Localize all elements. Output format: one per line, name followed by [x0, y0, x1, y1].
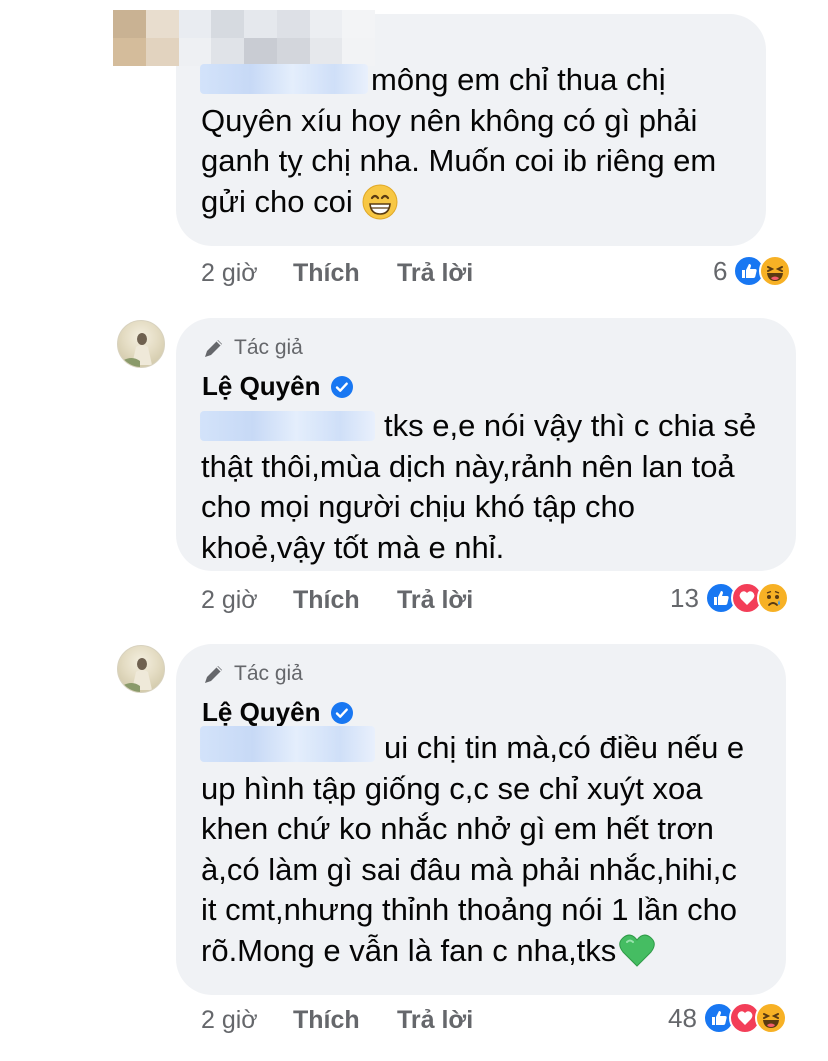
author-badge: Tác giả — [202, 336, 303, 360]
verified-badge-icon — [330, 375, 354, 399]
like-button[interactable]: Thích — [293, 586, 397, 615]
reply-button[interactable]: Trả lời — [397, 586, 473, 615]
comment-line: tks e,e nói vậy thì c chia sẻ — [384, 408, 757, 443]
reply-button[interactable]: Trả lời — [397, 1006, 473, 1035]
avatar[interactable] — [117, 645, 165, 693]
comment-text: tks e,e nói vậy thì c chia sẻ thật thôi,… — [201, 406, 756, 568]
author-name-row: Lệ Quyên — [202, 697, 354, 728]
green-heart-icon — [618, 933, 656, 969]
like-button[interactable]: Thích — [293, 1006, 397, 1035]
comment-timestamp[interactable]: 2 giờ — [201, 1006, 293, 1035]
grin-emoji-icon — [361, 183, 399, 221]
comment-line: ui chị tin mà,có điều nếu e — [384, 730, 745, 765]
reaction-summary[interactable]: 13 — [670, 582, 789, 614]
comment-timestamp[interactable]: 2 giờ — [201, 586, 293, 615]
author-name-row: Lệ Quyên — [202, 371, 354, 402]
comment-line: up hình tập giống c,c se chỉ xuýt xoa — [201, 770, 703, 806]
reply-button[interactable]: Trả lời — [397, 259, 473, 288]
comment-line: khen chứ ko nhắc nhở gì em hết trơn — [201, 811, 714, 846]
pen-icon — [202, 662, 226, 686]
reaction-count: 13 — [670, 582, 699, 613]
comment-line: thật thôi,mùa dịch này,rảnh nên lan toả — [201, 448, 735, 484]
avatar[interactable] — [117, 320, 165, 368]
comment-actions: 2 giờ Thích Trả lời — [201, 259, 473, 288]
comment-line: it cmt,nhưng thỉnh thoảng nói 1 lần cho — [201, 892, 738, 927]
comment-line: à,có làm gì sai đâu mà phải nhắc,hihi,c — [201, 851, 737, 887]
comment-line: mông em chỉ thua chị — [371, 62, 666, 97]
author-name[interactable]: Lệ Quyên — [202, 697, 320, 728]
comment-text: mông em chỉ thua chị Quyên xíu hoy nên k… — [201, 60, 716, 222]
comment-timestamp[interactable]: 2 giờ — [201, 259, 293, 288]
sad-icon — [756, 582, 789, 614]
comment-line: khoẻ,vậy tốt mà e nhỉ. — [201, 529, 505, 565]
pixelated-redaction — [113, 10, 375, 66]
pen-icon — [202, 336, 226, 360]
reaction-summary[interactable]: 6 — [713, 255, 792, 287]
reaction-count: 48 — [668, 1002, 697, 1033]
author-badge-label: Tác giả — [234, 662, 303, 685]
author-badge-label: Tác giả — [234, 336, 303, 359]
comment-actions: 2 giờ Thích Trả lời — [201, 586, 473, 615]
comment-text: ui chị tin mà,có điều nếu e up hình tập … — [201, 728, 744, 971]
haha-icon — [759, 255, 792, 287]
reaction-count: 6 — [713, 255, 728, 286]
comment-actions: 2 giờ Thích Trả lời — [201, 1006, 473, 1035]
comment-line: cho mọi người chịu khó tập cho — [201, 489, 635, 524]
comment-line: ganh tỵ chị nha. Muốn coi ib riêng em — [201, 143, 717, 178]
comment-line: gửi cho coi — [201, 183, 353, 219]
comment-line: Quyên xíu hoy nên không có gì phải — [201, 102, 698, 138]
like-button[interactable]: Thích — [293, 259, 397, 288]
haha-icon — [754, 1002, 787, 1034]
verified-badge-icon — [330, 701, 354, 725]
comment-line: rõ.Mong e vẫn là fan c nha,tks — [201, 932, 617, 968]
reaction-summary[interactable]: 48 — [668, 1002, 787, 1034]
author-name[interactable]: Lệ Quyên — [202, 371, 320, 402]
author-badge: Tác giả — [202, 662, 303, 686]
